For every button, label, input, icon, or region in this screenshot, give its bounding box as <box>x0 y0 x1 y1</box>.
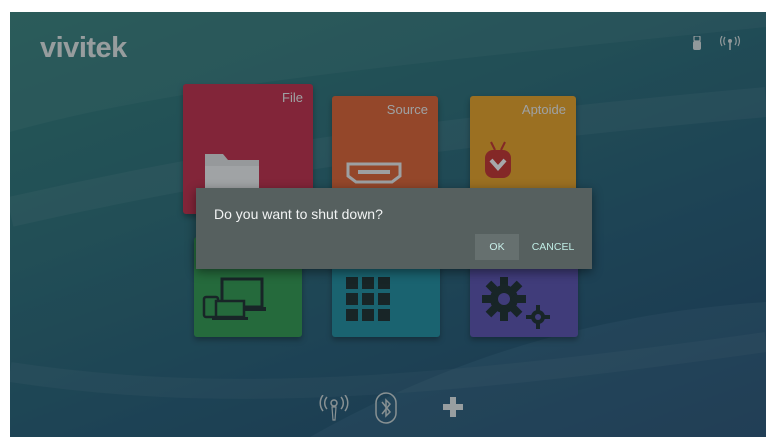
shutdown-dialog: Do you want to shut down? OK CANCEL <box>196 188 592 269</box>
dialog-message: Do you want to shut down? <box>214 206 383 222</box>
cancel-button[interactable]: CANCEL <box>526 234 580 260</box>
ok-button[interactable]: OK <box>475 234 519 260</box>
launcher-screen: vivitek File Source Aptoide Do you want … <box>10 12 766 437</box>
